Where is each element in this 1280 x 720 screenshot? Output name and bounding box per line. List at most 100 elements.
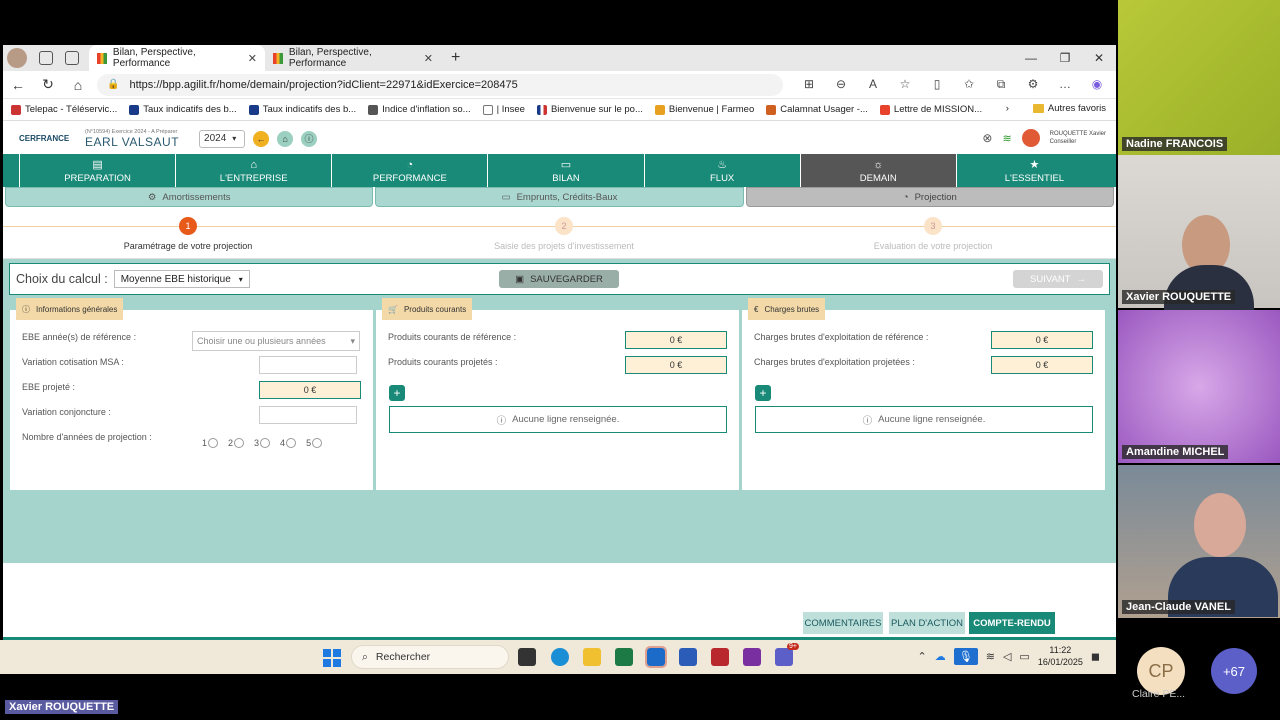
outlook-icon[interactable] xyxy=(645,646,667,668)
battery-icon[interactable]: ▭ xyxy=(1019,650,1029,663)
windows-start-icon[interactable] xyxy=(323,649,341,667)
radio-year[interactable]: 1 xyxy=(202,438,219,448)
maximize-icon[interactable]: ❐ xyxy=(1048,45,1082,71)
radio-year[interactable]: 5 xyxy=(306,438,323,448)
action-plan-button[interactable]: PLAN D'ACTION xyxy=(889,612,965,634)
bookmark-item[interactable]: Indice d'inflation so... xyxy=(368,104,471,115)
refresh-icon[interactable]: ↻ xyxy=(33,76,63,93)
bookmark-item[interactable]: | Insee xyxy=(482,104,525,115)
browser-tab[interactable]: Bilan, Perspective, Performance ✕ xyxy=(265,45,441,71)
extensions-icon[interactable]: ⚙ xyxy=(1017,77,1049,92)
nav-performance[interactable]: ◔ PERFORMANCE xyxy=(331,154,487,187)
taskbar-search[interactable]: ⌕ Rechercher xyxy=(351,645,509,669)
add-charge-button[interactable]: + xyxy=(755,385,771,401)
participant-tile[interactable]: Amandine MICHEL xyxy=(1118,310,1280,463)
radio-year[interactable]: 2 xyxy=(228,438,245,448)
home-icon[interactable]: ⌂ xyxy=(63,77,93,93)
tab-projection[interactable]: ◔ Projection xyxy=(745,187,1114,207)
radio-year[interactable]: 4 xyxy=(280,438,297,448)
file-explorer-icon[interactable] xyxy=(583,648,601,666)
task-view-icon[interactable] xyxy=(518,648,536,666)
back-icon[interactable]: ← xyxy=(3,77,33,93)
onenote-icon[interactable] xyxy=(743,648,761,666)
participant-tile[interactable]: Nadine FRANCOIS xyxy=(1118,0,1280,155)
other-favorites[interactable]: Autres favoris xyxy=(1048,103,1106,114)
nav-flux[interactable]: ♨ FLUX xyxy=(643,154,800,187)
bookmark-item[interactable]: Lettre de MISSION... xyxy=(879,104,982,115)
step-2[interactable]: 2 Saisie des projets d'investissement xyxy=(444,217,684,251)
minimize-icon[interactable]: — xyxy=(1014,45,1048,71)
close-window-icon[interactable]: ✕ xyxy=(1082,45,1116,71)
radio-year[interactable]: 3 xyxy=(254,438,271,448)
new-tab-icon[interactable]: + xyxy=(451,49,460,67)
user-name: ROUQUETTE Xavier xyxy=(1049,131,1106,137)
app-available-icon[interactable]: ⊞ xyxy=(793,77,825,92)
calc-select[interactable]: Moyenne EBE historique ▾ xyxy=(113,270,250,288)
collections-icon[interactable]: ⧉ xyxy=(985,77,1017,92)
user-avatar[interactable] xyxy=(1021,129,1040,147)
chevron-up-icon[interactable]: ⌃ xyxy=(918,650,927,663)
stepper: 1 Paramétrage de votre projection 2 Sais… xyxy=(3,207,1116,259)
word-icon[interactable] xyxy=(679,648,697,666)
workspaces-icon[interactable] xyxy=(39,51,53,65)
close-circle-icon[interactable]: ⊗ xyxy=(982,131,992,145)
nav-essentiel[interactable]: ★ L'ESSENTIEL xyxy=(955,154,1112,187)
read-aloud-icon[interactable]: A xyxy=(857,77,889,92)
favorites-icon[interactable]: ✩ xyxy=(953,77,985,92)
participant-name: Xavier ROUQUETTE xyxy=(1122,290,1236,304)
wifi-icon[interactable]: ≋ xyxy=(986,650,995,663)
msa-input[interactable] xyxy=(259,356,357,374)
access-icon[interactable] xyxy=(711,648,729,666)
year-select[interactable]: 2024 ▾ xyxy=(199,129,246,148)
teams-icon[interactable]: 9+ xyxy=(775,643,799,666)
report-button[interactable]: COMPTE-RENDU xyxy=(969,612,1055,634)
browser-tab-active[interactable]: Bilan, Perspective, Performance ✕ xyxy=(89,45,265,71)
bookmark-item[interactable]: Taux indicatifs des b... xyxy=(129,104,237,115)
step-3[interactable]: 3 Evaluation de votre projection xyxy=(813,217,1053,251)
copilot-icon[interactable]: ◉ xyxy=(1081,77,1113,92)
conjoncture-input[interactable] xyxy=(259,406,357,424)
nav-demain[interactable]: ☼ DEMAIN xyxy=(799,154,956,187)
volume-icon[interactable]: ◁ xyxy=(1003,650,1011,663)
tab-amortissements[interactable]: ⚙ Amortissements xyxy=(5,187,374,207)
bookmark-item[interactable]: Calamnat Usager -... xyxy=(766,104,868,115)
add-produit-button[interactable]: + xyxy=(389,385,405,401)
close-tab-icon[interactable]: ✕ xyxy=(248,52,257,65)
clock[interactable]: 11:22 16/01/2025 xyxy=(1038,644,1083,668)
save-button[interactable]: ▣ SAUVEGARDER xyxy=(499,270,619,288)
bookmark-item[interactable]: Taux indicatifs des b... xyxy=(248,104,356,115)
nav-entreprise[interactable]: ⌂ L'ENTREPRISE xyxy=(175,154,331,187)
back-arrow-icon[interactable]: ← xyxy=(253,130,270,147)
microphone-icon[interactable]: 🎙 xyxy=(953,647,978,665)
split-screen-icon[interactable]: ▯ xyxy=(921,77,953,92)
star-icon: ★ xyxy=(1029,159,1040,171)
more-icon[interactable]: … xyxy=(1049,77,1081,92)
comments-button[interactable]: COMMENTAIRES xyxy=(803,612,883,634)
chevron-right-icon[interactable]: › xyxy=(1006,103,1009,114)
info-icon[interactable]: ⓘ xyxy=(301,130,318,147)
notification-icon[interactable]: ◼ xyxy=(1091,650,1100,663)
onedrive-icon[interactable]: ☁ xyxy=(935,650,946,663)
bookmark-item[interactable]: Bienvenue sur le po... xyxy=(536,104,643,115)
profile-avatar[interactable] xyxy=(7,48,27,68)
tab-actions-icon[interactable] xyxy=(65,51,79,65)
url-input[interactable]: 🔒 https://bpp.agilit.fr/home/demain/proj… xyxy=(97,73,783,96)
bookmark-item[interactable]: Telepac - Téléservic... xyxy=(11,104,117,115)
ebe-projected-input[interactable]: 0 € xyxy=(259,381,361,399)
participant-tile[interactable]: Jean-Claude VANEL xyxy=(1118,465,1280,618)
home-icon[interactable]: ⌂ xyxy=(277,130,294,147)
excel-icon[interactable] xyxy=(615,648,633,666)
bookmark-item[interactable]: Bienvenue | Farmeo xyxy=(654,104,754,115)
close-tab-icon[interactable]: ✕ xyxy=(424,52,433,65)
favorite-star-icon[interactable]: ☆ xyxy=(889,77,921,92)
ebe-years-select[interactable]: Choisir une ou plusieurs années ▾ xyxy=(192,331,360,351)
tab-emprunts[interactable]: ▭ Emprunts, Crédits-Baux xyxy=(375,187,744,207)
nav-bilan[interactable]: ▭ BILAN xyxy=(487,154,643,187)
nav-preparation[interactable]: ▤ PREPARATION xyxy=(19,154,175,187)
participant-tile[interactable]: Xavier ROUQUETTE xyxy=(1118,155,1280,315)
step-1[interactable]: 1 Paramétrage de votre projection xyxy=(68,217,308,251)
next-button[interactable]: SUIVANT → xyxy=(1013,270,1103,288)
edge-icon[interactable] xyxy=(551,648,569,666)
more-participants-button[interactable]: +67 xyxy=(1211,648,1257,694)
zoom-icon[interactable]: ⊖ xyxy=(825,77,857,92)
